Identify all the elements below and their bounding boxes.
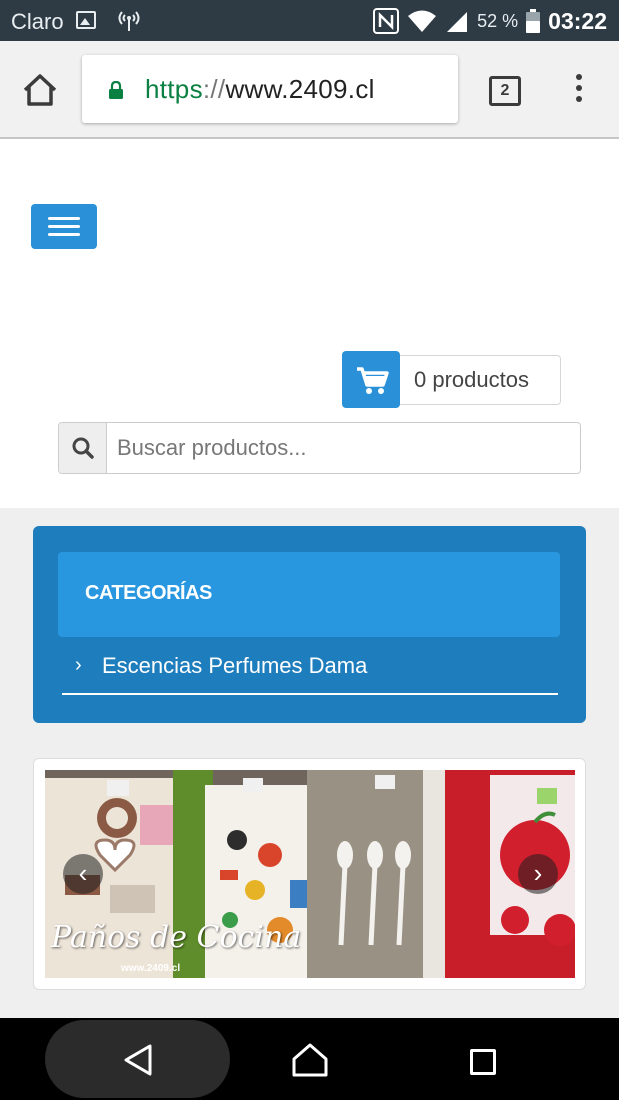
shopping-cart-icon [357, 367, 389, 394]
chevron-right-icon: › [75, 654, 82, 676]
cart-icon-button[interactable] [342, 351, 400, 408]
search-icon [72, 437, 94, 459]
url-separator: :// [202, 74, 226, 104]
wifi-icon [408, 10, 437, 32]
categories-header: CATEGORÍAS [58, 552, 560, 637]
categories-title: CATEGORÍAS [85, 582, 212, 604]
url-host: www.2409.cl [225, 74, 375, 104]
search-button[interactable] [59, 423, 107, 473]
clock: 03:22 [548, 7, 607, 34]
category-item-label[interactable]: Escencias Perfumes Dama [102, 653, 367, 679]
slider-next-button[interactable]: › [518, 854, 558, 894]
address-bar[interactable]: https://www.2409.cl [82, 55, 458, 123]
overflow-menu-icon[interactable] [572, 74, 586, 108]
back-icon[interactable] [120, 1042, 156, 1078]
image-slider: Paños de Cocina www.2409.cl ‹ › [33, 758, 586, 990]
search-input[interactable] [117, 423, 572, 473]
status-bar: Claro 52 % 03:22 [0, 0, 619, 41]
system-navigation-bar [0, 1018, 619, 1100]
slide-image[interactable]: Paños de Cocina www.2409.cl ‹ › [45, 770, 575, 978]
nfc-icon [373, 8, 400, 34]
cart-count-label[interactable]: 0 productos [397, 355, 561, 405]
categories-panel: CATEGORÍAS › Escencias Perfumes Dama [33, 526, 586, 723]
category-item[interactable]: › Escencias Perfumes Dama [62, 650, 558, 695]
battery-percent: 52 % [477, 10, 519, 31]
antenna-icon [118, 11, 140, 31]
url-scheme: https [145, 74, 203, 104]
home-icon[interactable] [22, 73, 58, 107]
browser-toolbar: https://www.2409.cl 2 [0, 41, 619, 139]
url-text[interactable]: https://www.2409.cl [145, 74, 375, 105]
cart-button[interactable]: 0 productos [342, 351, 561, 408]
tab-switcher-button[interactable]: 2 [489, 76, 521, 106]
recent-apps-icon[interactable] [470, 1049, 496, 1075]
search-box [58, 422, 581, 474]
slide-caption: Paños de Cocina [51, 920, 302, 955]
battery-icon [526, 9, 541, 33]
signal-icon [447, 12, 468, 32]
hamburger-menu-button[interactable] [31, 204, 97, 249]
image-notification-icon [76, 11, 96, 29]
carrier-name: Claro [11, 9, 64, 34]
slider-prev-button[interactable]: ‹ [63, 854, 103, 894]
lock-icon [109, 81, 123, 99]
home-nav-icon[interactable] [290, 1042, 330, 1078]
slide-watermark: www.2409.cl [121, 963, 181, 974]
